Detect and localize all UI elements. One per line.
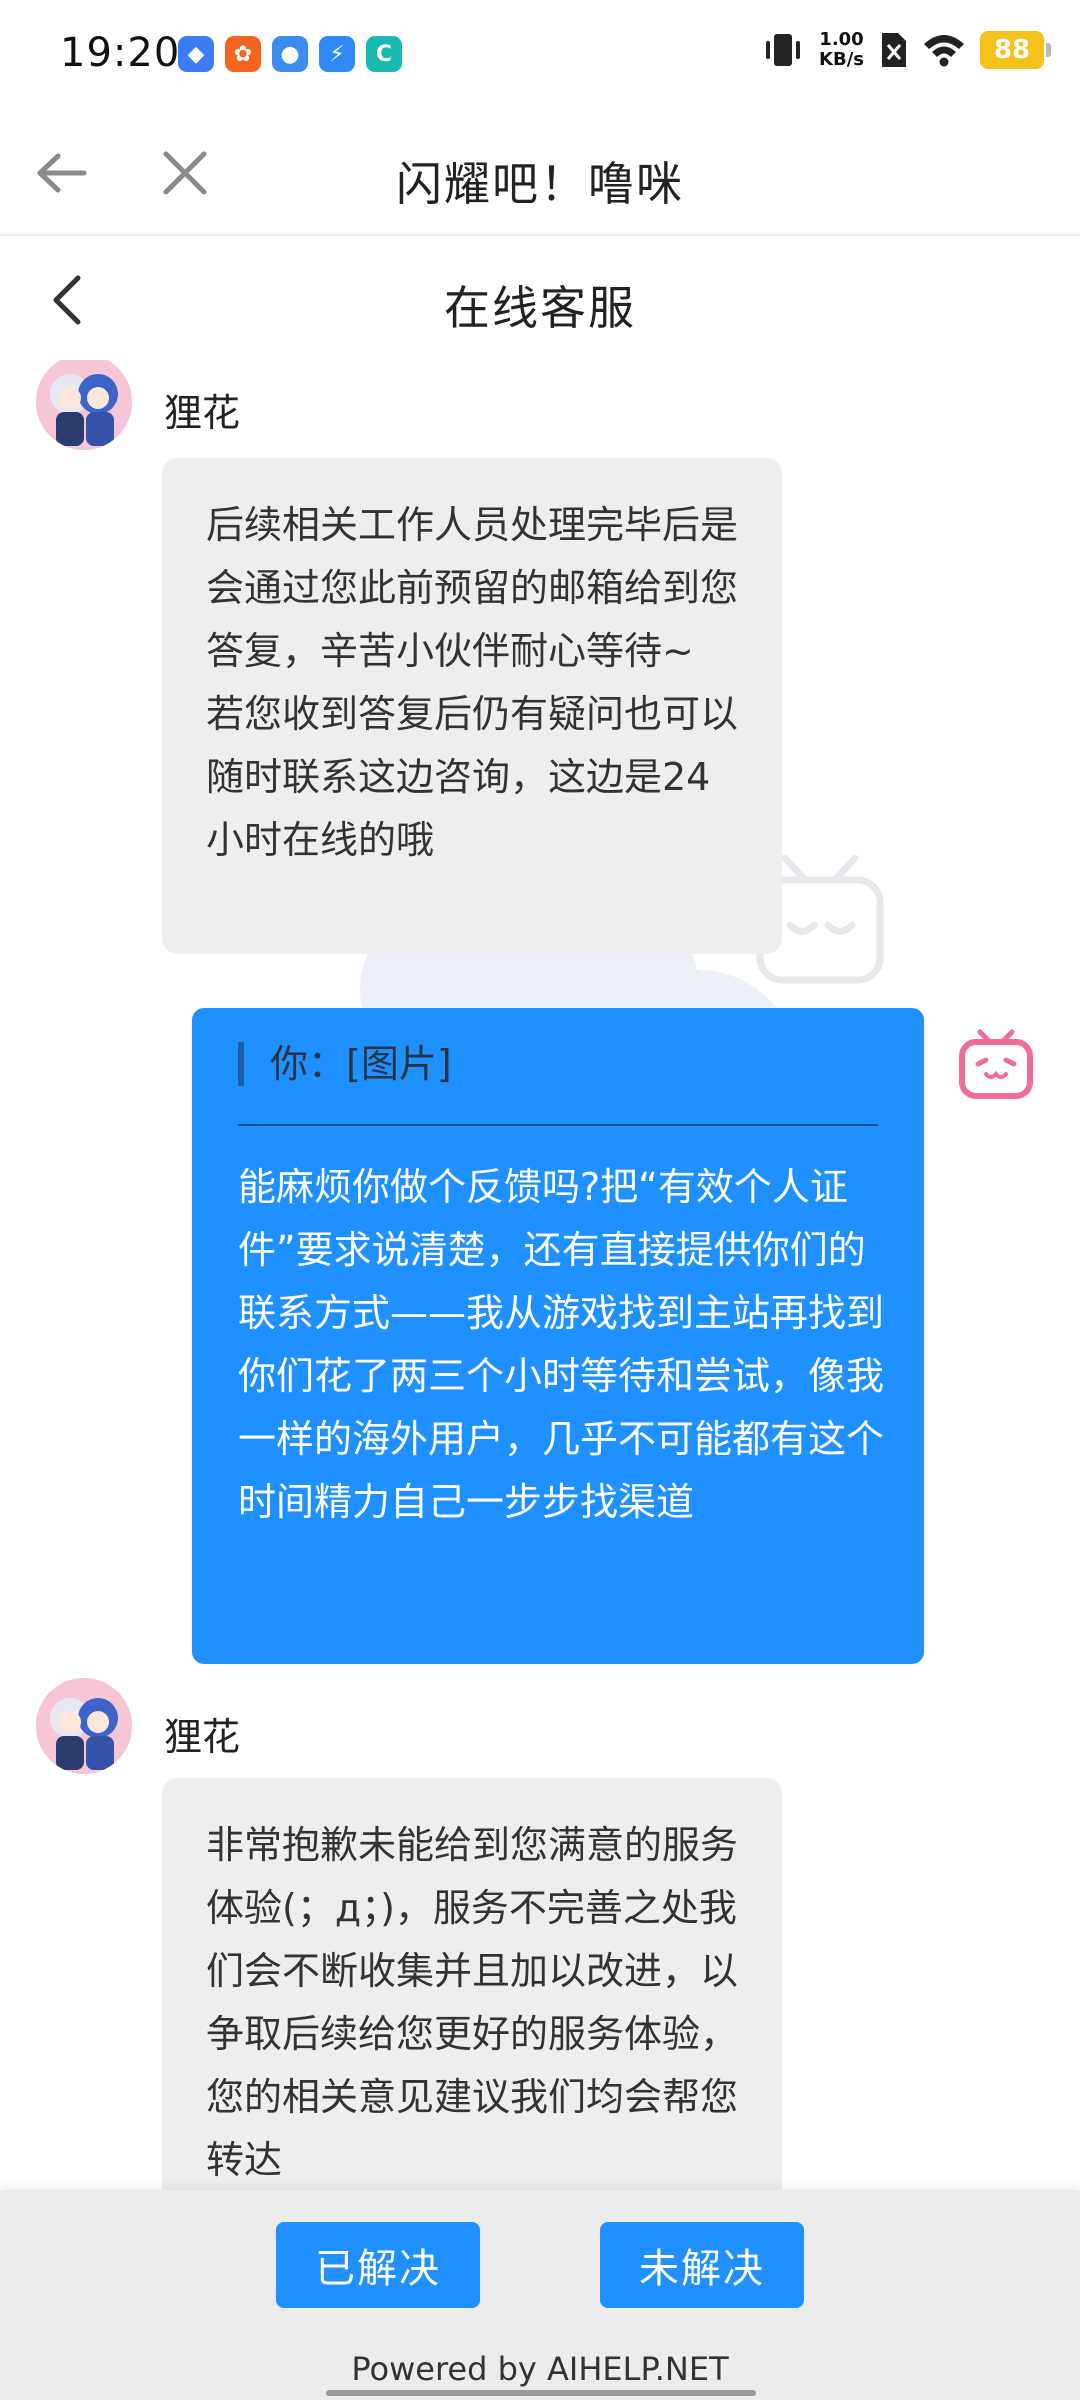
bilibili-tv-icon <box>959 1029 1033 1099</box>
app-icon-baidu: ● <box>272 36 308 72</box>
app-icon-orange: ✿ <box>225 36 261 72</box>
vibrate-icon <box>766 34 801 66</box>
app-icon-blue: ◆ <box>178 36 214 72</box>
avatar-image-icon <box>36 1678 132 1774</box>
page-title: 闪耀吧！噜咪 <box>396 157 684 211</box>
resolved-button[interactable]: 已解决 <box>276 2222 480 2308</box>
unresolved-button[interactable]: 未解决 <box>600 2222 804 2308</box>
incoming-message: 非常抱歉未能给到您满意的服务体验(；д；)，服务不完善之处我们会不断收集并且加以… <box>162 1778 782 2190</box>
chat-title: 在线客服 <box>444 281 636 335</box>
app-top-bar: 闪耀吧！噜咪 <box>0 110 1080 236</box>
powered-by-text: Powered by AIHELP.NET <box>351 2350 729 2388</box>
wifi-icon <box>924 35 964 67</box>
no-sim-icon <box>882 33 906 67</box>
incoming-message: 后续相关工作人员处理完毕后是会通过您此前预留的邮箱给到您答复，辛苦小伙伴耐心等待… <box>162 458 782 954</box>
app-icon-cyan: C <box>366 36 402 72</box>
chat-messages[interactable]: 狸花 后续相关工作人员处理完毕后是会通过您此前预留的邮箱给到您答复，辛苦小伙伴耐… <box>0 360 1080 2190</box>
net-speed-value: 1.00 <box>819 29 864 50</box>
chat-header: 在线客服 <box>0 236 1080 360</box>
outgoing-message-text: 能麻烦你做个反馈吗?把“有效个人证件”要求说清楚，还有直接提供你们的联系方式——… <box>238 1165 885 1524</box>
agent-avatar <box>36 360 132 450</box>
agent-avatar <box>36 1678 132 1774</box>
quote-divider <box>238 1124 878 1126</box>
notification-icons: ◆ ✿ ● ⚡ C <box>178 36 402 72</box>
net-speed-unit: KB/s <box>819 49 864 70</box>
quoted-reply: 你：[图片] <box>238 1042 452 1086</box>
app-icon-flash: ⚡ <box>319 36 355 72</box>
outgoing-message: 你：[图片] 能麻烦你做个反馈吗?把“有效个人证件”要求说清楚，还有直接提供你们… <box>192 1008 924 1664</box>
avatar-image-icon <box>36 360 132 450</box>
system-indicators: 1.00 KB/s 88 <box>761 30 1051 70</box>
sender-name: 狸花 <box>164 391 241 435</box>
status-bar: 19:20 ◆ ✿ ● ⚡ C 1.00 KB/s 88 <box>0 0 1080 110</box>
net-speed: 1.00 KB/s <box>819 30 864 70</box>
battery-icon: 88 <box>980 31 1051 69</box>
feedback-bar: 已解决 未解决 Powered by AIHELP.NET <box>0 2190 1080 2400</box>
home-indicator[interactable] <box>326 2390 756 2396</box>
sender-name: 狸花 <box>164 1715 241 1759</box>
status-time: 19:20 <box>60 30 181 76</box>
